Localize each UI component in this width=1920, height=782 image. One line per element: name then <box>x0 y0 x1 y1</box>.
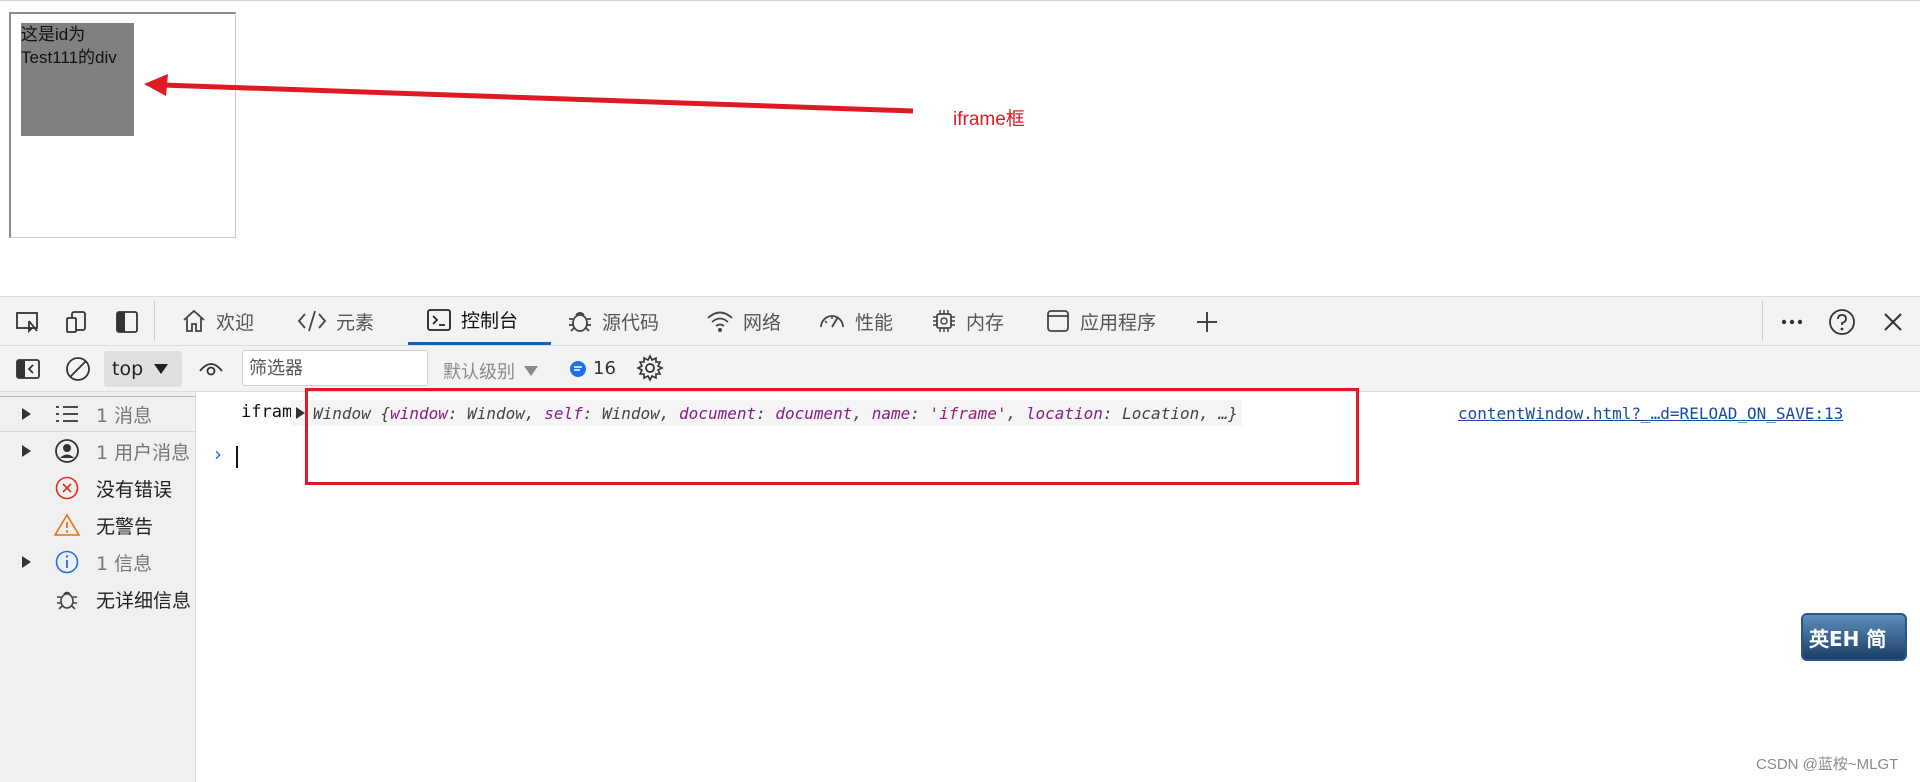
device-emulation-icon[interactable] <box>63 308 91 336</box>
issues-count: 16 <box>593 358 616 379</box>
page-content-area: 这是id为Test111的div iframe框 <box>0 0 1920 297</box>
tab-label: 源代码 <box>602 311 660 334</box>
tab-label: 元素 <box>336 311 375 334</box>
sidebar-item-user-messages[interactable]: 1 用户消息 <box>0 433 196 469</box>
devtools-panel: 欢迎 元素 控制台 源代码 网络 性能 内存 应用程序 top 筛选器 默认级别… <box>0 296 1920 782</box>
test111-div: 这是id为Test111的div <box>21 23 134 136</box>
chevron-down-icon <box>154 364 169 374</box>
close-icon[interactable] <box>1879 308 1907 336</box>
sidebar-item-label: 无警告 <box>96 515 154 538</box>
tab-label: 控制台 <box>461 310 519 332</box>
sidebar-toggle-icon[interactable] <box>14 355 42 383</box>
tab-label: 欢迎 <box>216 311 255 334</box>
more-options-icon[interactable] <box>1778 308 1806 336</box>
console-prompt-chevron-icon: › <box>214 442 222 466</box>
expand-arrow-icon[interactable] <box>296 407 305 419</box>
log-level-select[interactable]: 默认级别 <box>443 358 539 384</box>
user-icon <box>54 438 80 464</box>
context-select[interactable]: top <box>104 351 182 387</box>
help-icon[interactable] <box>1828 308 1856 336</box>
home-icon <box>183 309 205 332</box>
context-value: top <box>112 358 144 380</box>
settings-gear-icon[interactable] <box>636 354 664 382</box>
divider <box>1762 301 1763 341</box>
sidebar-item-label: 1 信息 <box>96 552 153 575</box>
sidebar-item-label: 无详细信息 <box>96 589 192 612</box>
bug-icon <box>54 586 80 612</box>
add-tab-icon[interactable] <box>1193 308 1221 336</box>
tab-console[interactable]: 控制台 <box>408 297 551 345</box>
inspect-element-icon[interactable] <box>14 308 42 336</box>
tab-label: 应用程序 <box>1080 311 1157 334</box>
source-link[interactable]: contentWindow.html?_…d=RELOAD_ON_SAVE:13 <box>1458 404 1843 423</box>
iframe-frame: 这是id为Test111的div <box>9 12 236 238</box>
sidebar-item-info[interactable]: 1 信息 <box>0 544 196 580</box>
sidebar-item-errors[interactable]: 没有错误 <box>0 470 196 506</box>
tab-performance[interactable]: 性能 <box>817 297 893 345</box>
tab-label: 性能 <box>855 311 894 334</box>
highlight-annotation-box <box>305 388 1359 485</box>
tab-elements[interactable]: 元素 <box>296 297 374 345</box>
expand-arrow-icon[interactable] <box>22 556 31 568</box>
sidebar-item-warnings[interactable]: 无警告 <box>0 507 196 543</box>
wifi-icon <box>707 311 733 332</box>
clear-console-icon[interactable] <box>64 355 92 383</box>
gauge-icon <box>820 315 844 328</box>
ime-indicator[interactable]: 英EH 简 <box>1801 613 1907 661</box>
watermark: CSDN @蓝桉~MLGT <box>1756 756 1899 773</box>
live-expression-eye-icon[interactable] <box>197 355 225 383</box>
info-icon <box>54 549 80 575</box>
chip-icon <box>933 310 955 332</box>
issues-count-badge[interactable]: 16 <box>569 358 616 379</box>
sidebar-item-messages[interactable]: 1 消息 <box>0 396 196 432</box>
error-icon <box>54 475 80 501</box>
bug-icon <box>569 312 591 332</box>
annotation-label: iframe框 <box>953 109 1025 130</box>
app-window-icon <box>1047 310 1069 332</box>
sidebar-item-label: 没有错误 <box>96 478 173 501</box>
tab-network[interactable]: 网络 <box>705 297 781 345</box>
message-bubble-icon <box>570 360 586 377</box>
code-icon <box>297 310 327 332</box>
filter-input[interactable] <box>242 350 428 386</box>
console-toolbar: top 默认级别 16 <box>0 346 1920 392</box>
chevron-down-icon <box>524 366 538 376</box>
log-level-value: 默认级别 <box>443 362 515 383</box>
console-input-caret[interactable] <box>236 446 238 468</box>
tab-application[interactable]: 应用程序 <box>1044 297 1156 345</box>
divider <box>154 301 155 341</box>
expand-arrow-icon[interactable] <box>22 445 31 457</box>
sidebar-item-label: 1 用户消息 <box>96 441 191 464</box>
dock-side-icon[interactable] <box>113 308 141 336</box>
annotation-arrow-icon <box>144 74 914 114</box>
tab-label: 网络 <box>743 311 782 334</box>
expand-arrow-icon[interactable] <box>22 408 31 420</box>
warning-icon <box>54 512 80 538</box>
console-sidebar: 1 消息 1 用户消息 没有错误 无警告 1 信息 无详细信息 <box>0 392 196 782</box>
list-icon <box>54 401 80 427</box>
console-icon <box>427 308 451 331</box>
sidebar-item-verbose[interactable]: 无详细信息 <box>0 581 196 617</box>
sidebar-item-label: 1 消息 <box>96 404 153 427</box>
tab-sources[interactable]: 源代码 <box>566 297 659 345</box>
tab-memory[interactable]: 内存 <box>930 297 1004 345</box>
tab-label: 内存 <box>966 311 1005 334</box>
devtools-tabbar: 欢迎 元素 控制台 源代码 网络 性能 内存 应用程序 <box>0 296 1920 346</box>
tab-welcome[interactable]: 欢迎 <box>180 297 254 345</box>
